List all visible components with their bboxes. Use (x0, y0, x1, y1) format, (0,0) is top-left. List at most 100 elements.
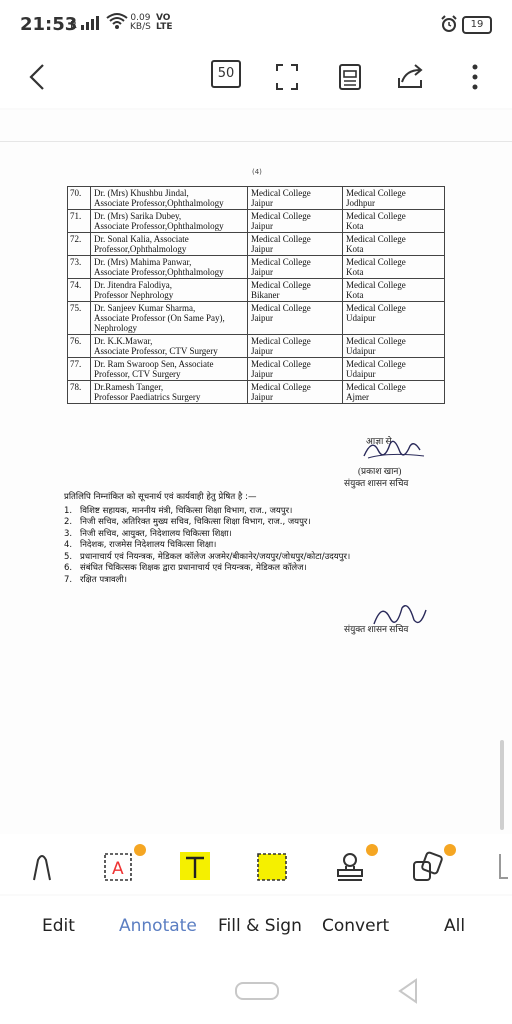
list-item: 1. विशिष्ट सहायक, माननीय मंत्री, चिकित्सा… (64, 506, 448, 518)
table-cell-nm: Dr. Ram Swaroop Sen, Associate Professor,… (90, 357, 248, 381)
table-cell-nm: Dr. Sonal Kalia, Associate Professor,Opht… (90, 232, 248, 256)
cell-text: Dr. K.K.Mawar, (94, 336, 153, 346)
cell-text: Dr. (Mrs) Khushbu Jindal, (94, 188, 189, 198)
system-navigation-bar (0, 960, 512, 1024)
cell-text: Jaipur (251, 244, 273, 254)
cell-text: Medical College (251, 234, 311, 244)
table-cell-fr: Medical College Jaipur (247, 209, 343, 233)
table-cell-nm: Dr.Ramesh Tanger, Professor Paediatrics S… (90, 380, 248, 404)
list-text: विशिष्ट सहायक, माननीय मंत्री, चिकित्सा श… (80, 505, 293, 516)
text-box-tool-button[interactable]: A (102, 844, 146, 884)
list-text: निजी सचिव, अतिरिक्त मुख्य सचिव, चिकित्सा… (80, 517, 311, 527)
cell-text: Medical College (251, 211, 311, 221)
home-button[interactable] (235, 982, 279, 1000)
table-cell-num: 72. (67, 232, 91, 256)
tab-annotate[interactable]: Annotate (119, 916, 197, 936)
roaming-label: R (70, 20, 77, 31)
table-row: 70. Dr. (Mrs) Khushbu Jindal, Associate Pr… (67, 186, 445, 210)
tab-all[interactable]: All (444, 916, 465, 936)
table-row: 76. Dr. K.K.Mawar, Associate Professor, CT… (67, 334, 445, 358)
cell-text: Dr. Sanjeev Kumar Sharma, (94, 303, 196, 313)
cell-text: Associate Professor,Ophthalmology (94, 267, 224, 277)
roaming-indicator: R (70, 16, 100, 31)
tab-edit[interactable]: Edit (42, 916, 75, 936)
cell-text: Medical College (251, 188, 311, 198)
more-options-button[interactable] (458, 60, 492, 94)
table-cell-fr: Medical College Jaipur (247, 186, 343, 210)
table-cell-nm: Dr. Sanjeev Kumar Sharma, Associate Profe… (90, 301, 248, 335)
table-cell-num: 76. (67, 334, 91, 358)
read-mode-button[interactable] (333, 60, 367, 94)
cell-text: Dr. (Mrs) Mahima Panwar, (94, 257, 192, 267)
list-text: निदेशक, राजमेस निदेशालय चिकित्सा शिक्षा। (80, 540, 217, 550)
cell-text: Medical College (251, 336, 311, 346)
pen-tool-button[interactable] (26, 848, 62, 884)
shapes-tool-button[interactable] (410, 844, 456, 884)
fullscreen-icon (276, 64, 298, 90)
tab-fill-sign[interactable]: Fill & Sign (218, 916, 302, 936)
fit-screen-button[interactable] (270, 60, 304, 94)
more-tools-button[interactable] (490, 848, 508, 884)
cell-text: Udaipur (346, 369, 376, 379)
cell-text: Jaipur (251, 267, 273, 277)
cell-text: Jodhpur (346, 198, 375, 208)
table-cell-num: 77. (67, 357, 91, 381)
cell-text: 77. (70, 359, 82, 369)
table-row: 74. Dr. Jitendra Falodiya, Professor Nephr… (67, 278, 445, 302)
handwritten-signature-icon (363, 440, 425, 459)
signal-icon (81, 16, 100, 30)
cell-text: Jaipur (251, 313, 273, 323)
cell-text: 70. (70, 188, 82, 198)
nav-back-icon[interactable] (396, 978, 420, 1004)
cell-text: Medical College (251, 382, 311, 392)
cell-text: Medical College (346, 188, 406, 198)
back-arrow-icon (29, 64, 44, 90)
table-cell-to: Medical College Kota (342, 232, 445, 256)
share-button[interactable] (394, 60, 428, 94)
table-cell-to: Medical College Udaipur (342, 357, 445, 381)
cell-text: Medical College (251, 303, 311, 313)
cell-text: Jaipur (251, 346, 273, 356)
cell-text: Udaipur (346, 313, 376, 323)
table-row: 71. Dr. (Mrs) Sarika Dubey, Associate Prof… (67, 209, 445, 233)
text-box-icon: A (104, 853, 132, 881)
cell-text: Medical College (346, 303, 406, 313)
tab-convert[interactable]: Convert (322, 916, 389, 936)
stamp-tool-button[interactable] (332, 844, 378, 884)
more-vertical-icon (472, 64, 478, 90)
signature-block: आज्ञा से (प्रकाश खान) संयुक्त शासन सचिव (344, 432, 440, 490)
table-row: 72. Dr. Sonal Kalia, Associate Professor,O… (67, 232, 445, 256)
clock: 21:53 (20, 14, 78, 35)
annotate-toolbar: A (0, 834, 512, 894)
table-cell-to: Medical College Kota (342, 255, 445, 279)
area-highlight-tool-button[interactable] (254, 848, 290, 884)
document-view-icon (339, 64, 361, 90)
back-button[interactable] (20, 60, 54, 94)
text-highlight-tool-button[interactable] (178, 848, 214, 884)
list-text: प्रधानाचार्य एवं नियन्त्रक, मेडिकल कॉलेज… (80, 551, 351, 562)
table-cell-to: Medical College Kota (342, 278, 445, 302)
document-scrollbar[interactable] (500, 740, 504, 830)
signatory-designation: संयुक्त शासन सचिव (344, 478, 409, 488)
cell-text: Medical College (251, 257, 311, 267)
table-cell-to: Medical College Udaipur (342, 301, 445, 335)
list-item: 5. प्रधानाचार्य एवं नियन्त्रक, मेडिकल कॉल… (64, 552, 448, 564)
cell-text: Professor, CTV Surgery (94, 369, 181, 379)
list-item: 6. संबंधित चिकित्सक शिक्षक द्वारा प्रधाना… (64, 563, 448, 575)
cell-text: Medical College (346, 257, 406, 267)
cell-text: 71. (70, 211, 82, 221)
cell-text: Associate Professor,Ophthalmology (94, 198, 224, 208)
network-speed: 0.09 KB/S (130, 14, 151, 32)
cell-text: Dr. Ram Swaroop Sen, Associate (94, 359, 214, 369)
list-text: संबंधित चिकित्सक शिक्षक द्वारा प्रधानाचा… (80, 563, 307, 573)
cell-text: Kota (346, 221, 364, 231)
alarm-icon (441, 15, 457, 32)
page-count-button[interactable]: 50 (211, 60, 241, 88)
table-row: 75. Dr. Sanjeev Kumar Sharma, Associate Pr… (67, 301, 445, 335)
cell-text: Medical College (346, 234, 406, 244)
cell-text: 72. (70, 234, 82, 244)
page-number: (4) (252, 168, 262, 176)
cell-text: Associate Professor, CTV Surgery (94, 346, 218, 356)
table-cell-num: 78. (67, 380, 91, 404)
table-cell-num: 70. (67, 186, 91, 210)
